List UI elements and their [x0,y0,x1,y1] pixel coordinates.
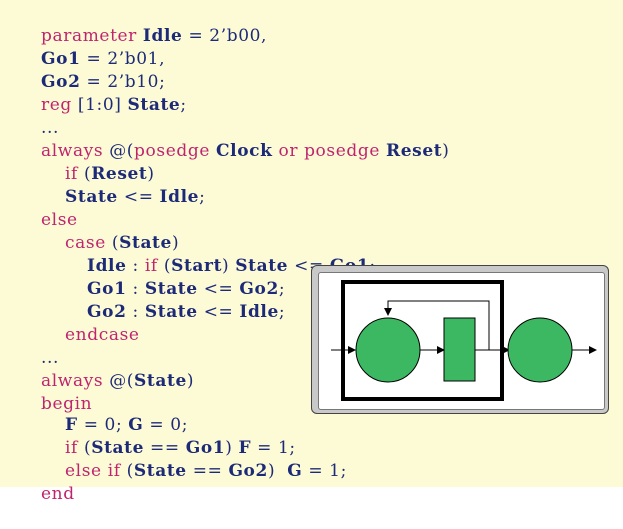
code-line-9: else [17,186,78,230]
code-text: @( [103,371,135,391]
keyword: if [107,461,121,481]
code-line-3: Go2 = 2’b10; [17,48,165,92]
code-line-13: Go2 : State <= Idle; [63,278,285,322]
identifier: State [127,95,181,115]
code-text: [1:0] [71,95,128,115]
fsm-diagram [331,280,597,401]
keyword: posedge [304,141,380,161]
identifier: Idle [159,187,200,207]
code-line-16: always @(State) [17,347,194,391]
identifier: Reset [386,141,443,161]
next-state-logic-circle [355,317,421,383]
code-text: = 2’b00, [182,26,268,46]
code-text: == [186,461,229,481]
keyword: or [278,141,299,161]
diagram-frame [311,265,609,414]
code-line-14: endcase [41,301,140,345]
code-line-4: reg [1:0] State; [17,71,187,115]
code-line-15: ... [17,324,59,368]
code-line-18: F = 0; G = 0; [41,391,188,435]
code-line-1: parameter Idle = 2’b00, [17,2,267,46]
output-logic-circle [507,317,573,383]
code-text: ; [278,302,286,322]
code-listing: parameter Idle = 2’b00, Go1 = 2’b01, Go2… [0,0,623,504]
identifier: State [144,302,198,322]
code-line-20: else if (State == Go2) G = 1; [41,437,347,481]
code-text: ; [199,187,206,207]
identifier: G [287,461,303,481]
code-text: ) [267,461,288,481]
identifier: State [133,461,187,481]
code-line-21: end [17,460,75,504]
code-line-11: Idle : if (Start) State <= Go1; [63,232,376,276]
identifier: Idle [239,302,279,322]
code-text: ) [186,371,195,391]
code-line-17: begin [17,370,92,414]
code-line-7: if (Reset) [41,140,155,184]
keyword: endcase [65,325,140,345]
code-text: ; [180,95,187,115]
identifier: State [134,371,187,391]
code-text: = 1; [302,461,347,481]
code-line-8: State <= Idle; [41,163,205,207]
state-register-rect [443,317,476,382]
identifier: Clock [216,141,273,161]
code-line-19: if (State == Go1) F = 1; [41,414,296,458]
code-line-2: Go1 = 2’b01, [17,25,165,69]
code-line-5: ... [17,94,59,138]
code-line-12: Go1 : State <= Go2; [63,255,285,299]
identifier: Go2 [228,461,268,481]
code-line-6: always @(posedge Clock or posedge Reset) [17,117,449,161]
code-text: ) [442,141,450,161]
code-line-10: case (State) [41,209,179,253]
code-text: <= [117,187,160,207]
diagram-canvas [318,272,605,410]
code-text: ( [120,461,134,481]
keyword: end [41,484,75,504]
code-text: <= [197,302,240,322]
